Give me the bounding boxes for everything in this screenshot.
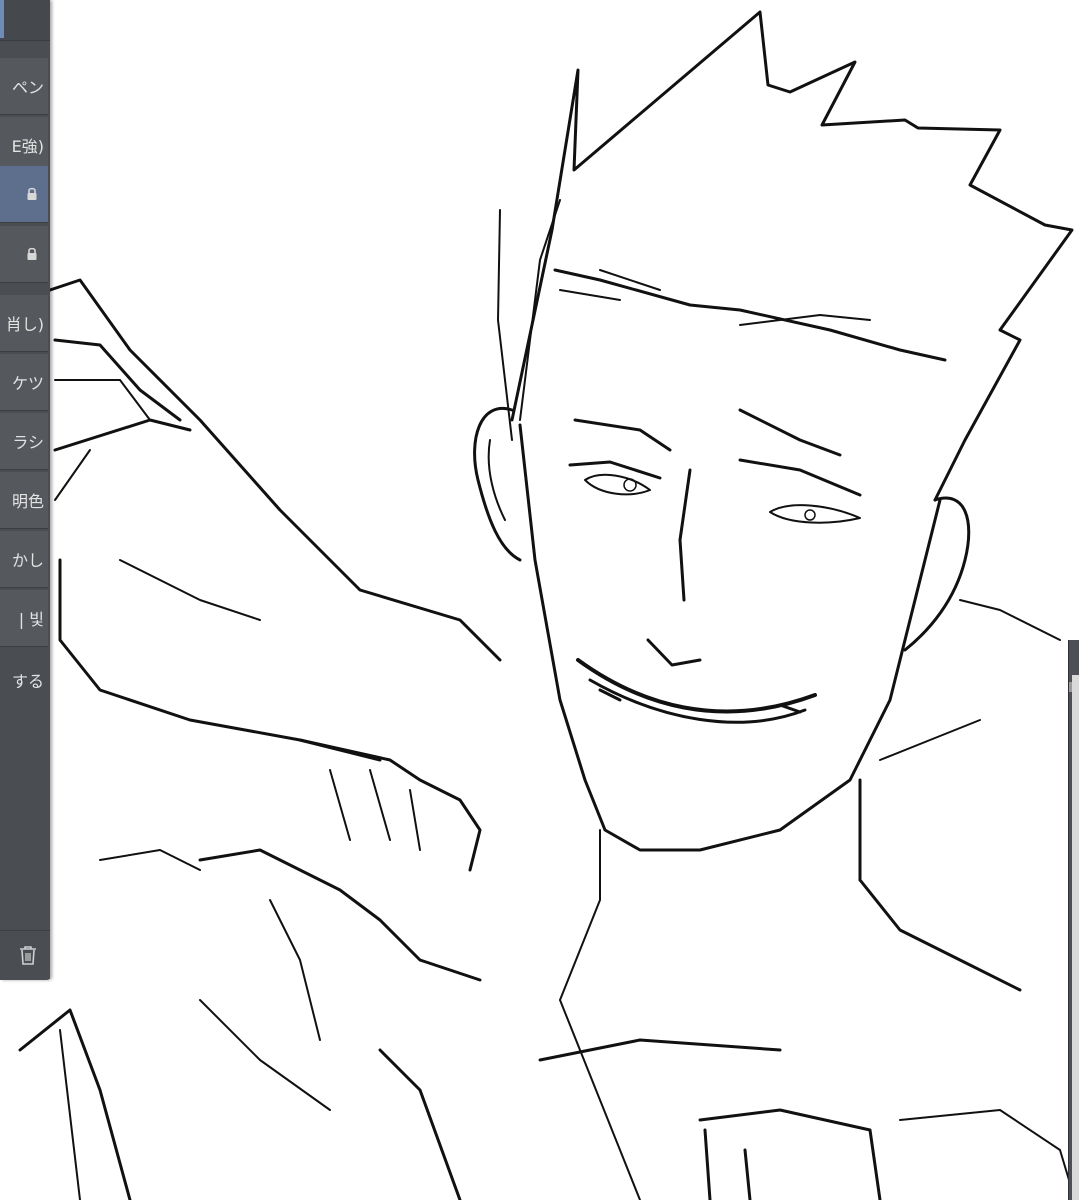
- tool-panel-tab[interactable]: [0, 0, 4, 38]
- sub-tool-item-light[interactable]: | 빛: [0, 590, 48, 647]
- sub-tool-item-locked-selected[interactable]: [0, 166, 48, 223]
- sub-tool-label: E強): [11, 137, 44, 156]
- sub-tool-item-pen[interactable]: ペン: [0, 58, 48, 115]
- tool-panel-header: [0, 0, 50, 41]
- sub-tool-item-brush[interactable]: ラシ: [0, 413, 48, 470]
- trash-icon[interactable]: [18, 944, 38, 966]
- sub-tool-item-eraser[interactable]: 肖し): [0, 295, 48, 352]
- sub-tool-label: ペン: [11, 78, 44, 97]
- sub-tool-item-transparent-color[interactable]: 明色: [0, 472, 48, 529]
- sub-tool-label: 肖し): [5, 315, 44, 334]
- lock-icon: [27, 187, 37, 200]
- sub-tool-item-bucket[interactable]: ケツ: [0, 354, 48, 411]
- line-art-sketch: [18, 10, 1076, 1200]
- sub-tool-footer: [0, 930, 50, 979]
- layer-list-area: [1072, 675, 1079, 1200]
- sub-tool-label: 明色: [11, 492, 44, 511]
- drawing-canvas[interactable]: [0, 0, 1079, 1200]
- sub-tool-label: ラシ: [12, 433, 44, 452]
- sub-tool-item-locked[interactable]: [0, 226, 48, 283]
- sub-tool-panel: ペン E強) 肖し) ケツ ラシ 明色 かし | 빛 する: [0, 0, 50, 980]
- lock-icon: [27, 247, 37, 260]
- layer-panel-edge[interactable]: [1068, 640, 1079, 1200]
- sub-tool-item-blur[interactable]: かし: [0, 531, 48, 588]
- sub-tool-label: する: [11, 672, 44, 691]
- sub-tool-label: | 빛: [18, 610, 44, 629]
- sub-tool-label: かし: [11, 551, 44, 570]
- sub-tool-item-action[interactable]: する: [0, 652, 48, 708]
- sub-tool-label: ケツ: [11, 374, 44, 393]
